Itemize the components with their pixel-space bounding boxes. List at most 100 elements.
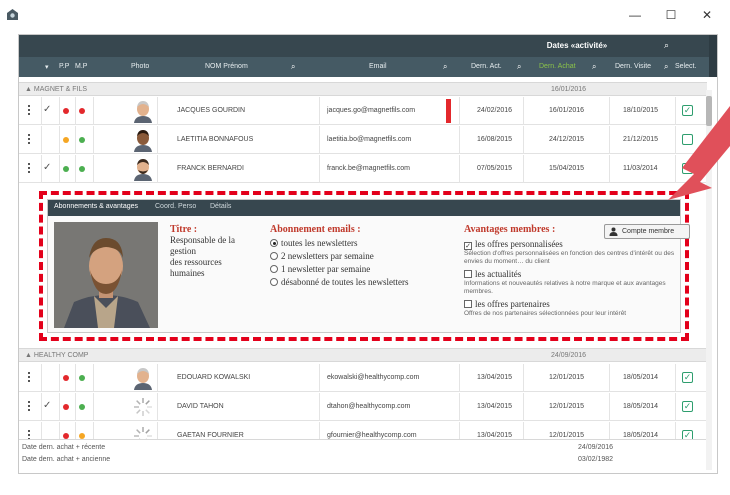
- tab-coord-perso[interactable]: Coord. Perso: [155, 203, 196, 210]
- detail-tabs: Abonnements & avantages Coord. Perso Dét…: [48, 200, 680, 216]
- row-menu-icon[interactable]: [28, 134, 31, 146]
- sort-icon[interactable]: ▾: [45, 63, 49, 71]
- col-header-dern-visite[interactable]: Dern. Visite: [615, 63, 651, 70]
- mp-status-dot: [79, 375, 85, 381]
- column-divider: [59, 126, 60, 154]
- table-row[interactable]: EDOUARD KOWALSKI ekowalski@healthycomp.co…: [19, 364, 707, 392]
- name-search-icon[interactable]: ⌕: [291, 62, 295, 72]
- row-name: JACQUES GOURDIN: [177, 107, 246, 114]
- col-header-name[interactable]: NOM Prénom: [205, 63, 248, 70]
- column-divider: [59, 364, 60, 392]
- avantage-option[interactable]: les offres partenaires Offres de nos part…: [464, 299, 684, 318]
- dern-act-search-icon[interactable]: ⌕: [517, 62, 521, 72]
- row-name: EDOUARD KOWALSKI: [177, 374, 251, 381]
- pp-status-dot: [63, 404, 69, 410]
- row-dern-act: 16/08/2015: [477, 136, 513, 143]
- close-button[interactable]: ✕: [692, 6, 722, 24]
- avantage-option[interactable]: ✓ les offres personnalisées Sélection d'of…: [464, 239, 684, 266]
- table-row[interactable]: ✓ JACQUES GOURDIN jacques.go@magnetfils.co…: [19, 97, 707, 125]
- tab-abonnements[interactable]: Abonnements & avantages: [54, 203, 138, 210]
- column-divider: [75, 126, 76, 154]
- column-divider: [93, 393, 94, 421]
- col-header-photo[interactable]: Photo: [131, 63, 149, 70]
- col-header-select[interactable]: Select.: [675, 63, 696, 70]
- minimize-button[interactable]: —: [620, 6, 650, 24]
- footer-date-old: 03/02/1982: [578, 456, 614, 463]
- radio-label: 1 newsletter par semaine: [281, 264, 371, 274]
- maximize-button[interactable]: ☐: [656, 6, 686, 24]
- avantage-label: les actualités: [475, 269, 522, 279]
- radio-button[interactable]: [270, 265, 278, 273]
- column-divider: [157, 126, 158, 154]
- avantage-checkbox[interactable]: ✓: [464, 242, 472, 250]
- avatar-icon: [131, 157, 155, 181]
- table-row[interactable]: ✓ DAVID TAHON dtahon@healthycomp.com 13/04/…: [19, 393, 707, 421]
- footer-date-recent: 24/09/2016: [578, 444, 614, 451]
- row-email[interactable]: jacques.go@magnetfils.com: [327, 97, 415, 125]
- col-header-email[interactable]: Email: [369, 63, 387, 70]
- email-search-icon[interactable]: ⌕: [443, 62, 447, 72]
- col-header-dern-act[interactable]: Dern. Act.: [471, 63, 502, 70]
- column-divider: [459, 126, 460, 154]
- row-check-mark: ✓: [43, 400, 52, 411]
- group-row[interactable]: ▲ HEALTHY COMP 24/09/2016: [19, 348, 707, 362]
- header-scroll-arrow[interactable]: [709, 35, 717, 77]
- row-email[interactable]: laetitia.bo@magnetfils.com: [327, 126, 411, 154]
- group-date: 24/09/2016: [551, 352, 587, 359]
- table-row[interactable]: LAETITIA BONNAFOUS laetitia.bo@magnetfils…: [19, 126, 707, 154]
- select-checkbox[interactable]: ✓: [682, 401, 693, 412]
- column-divider: [41, 155, 42, 183]
- titre-line: humaines: [170, 268, 205, 278]
- avantage-checkbox[interactable]: [464, 270, 472, 278]
- dern-visite-search-icon[interactable]: ⌕: [664, 62, 668, 72]
- select-checkbox[interactable]: ✓: [682, 372, 693, 383]
- radio-button[interactable]: [270, 278, 278, 286]
- member-account-label: Compte membre: [622, 228, 675, 235]
- column-divider: [459, 364, 460, 392]
- pointer-arrow-icon: [668, 106, 730, 200]
- avantage-label: les offres personnalisées: [475, 239, 563, 249]
- row-email[interactable]: franck.be@magnetfils.com: [327, 155, 410, 183]
- mp-status-dot: [79, 404, 85, 410]
- newsletter-radio-option[interactable]: désabonné de toutes les newsletters: [270, 277, 460, 288]
- newsletter-radio-option[interactable]: toutes les newsletters: [270, 238, 460, 249]
- group-row[interactable]: ▲ MAGNET & FILS 16/01/2016: [19, 82, 707, 96]
- row-menu-icon[interactable]: [28, 401, 31, 413]
- user-icon: [609, 227, 618, 236]
- table-row[interactable]: ✓ FRANCK BERNARDI franck.be@magnetfils.com…: [19, 155, 707, 183]
- avatar-icon: [131, 128, 155, 152]
- column-divider: [41, 126, 42, 154]
- col-header-mp[interactable]: M.P: [75, 63, 87, 70]
- member-account-button[interactable]: Compte membre: [604, 224, 690, 239]
- newsletter-radio-option[interactable]: 2 newsletters par semaine: [270, 251, 460, 262]
- newsletter-radio-option[interactable]: 1 newsletter par semaine: [270, 264, 460, 275]
- tab-details[interactable]: Détails: [210, 203, 231, 210]
- radio-label: toutes les newsletters: [281, 238, 358, 248]
- radio-label: désabonné de toutes les newsletters: [281, 277, 409, 287]
- radio-button[interactable]: [270, 252, 278, 260]
- row-menu-icon[interactable]: [28, 105, 31, 117]
- avantage-checkbox[interactable]: [464, 300, 472, 308]
- column-divider: [609, 364, 610, 392]
- search-icon[interactable]: ⌕: [664, 40, 669, 51]
- row-email[interactable]: ekowalski@healthycomp.com: [327, 364, 419, 392]
- mp-status-dot: [79, 108, 85, 114]
- column-divider: [319, 155, 320, 183]
- row-name: DAVID TAHON: [177, 403, 224, 410]
- row-dern-achat: 24/12/2015: [549, 136, 585, 143]
- col-header-dern-achat[interactable]: Dern. Achat: [539, 63, 576, 70]
- loading-spinner-icon: [134, 398, 152, 416]
- row-menu-icon[interactable]: [28, 372, 31, 384]
- column-divider: [675, 393, 676, 421]
- row-dern-achat: 12/01/2015: [549, 403, 585, 410]
- avantage-option[interactable]: les actualités Informations et nouveautés…: [464, 269, 684, 296]
- dern-achat-search-icon[interactable]: ⌕: [592, 62, 596, 72]
- row-dern-visite: 18/05/2014: [623, 403, 659, 410]
- col-header-pp[interactable]: P.P: [59, 63, 69, 70]
- column-divider: [523, 97, 524, 125]
- row-menu-icon[interactable]: [28, 163, 31, 175]
- detail-panel-highlight: Abonnements & avantages Coord. Perso Dét…: [39, 191, 690, 341]
- row-email[interactable]: dtahon@healthycomp.com: [327, 393, 410, 421]
- column-divider: [157, 155, 158, 183]
- radio-button[interactable]: [270, 239, 278, 247]
